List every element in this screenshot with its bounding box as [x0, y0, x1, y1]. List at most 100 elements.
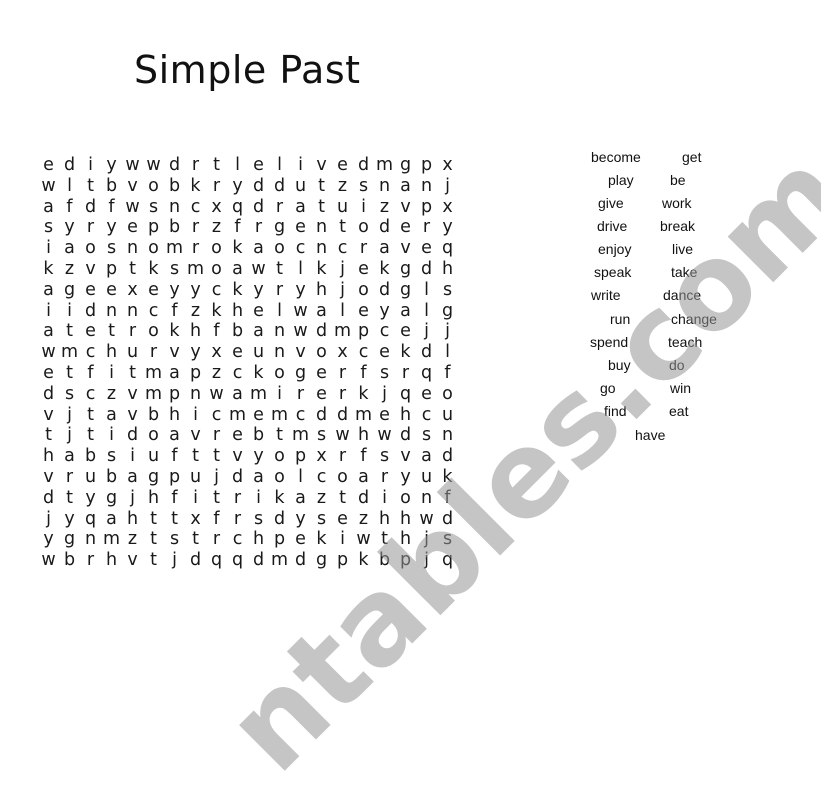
- grid-cell: e: [295, 217, 306, 238]
- grid-cell: k: [43, 258, 54, 279]
- grid-cell: g: [63, 529, 76, 550]
- grid-cell: r: [128, 321, 137, 342]
- word-list-item: drive: [597, 218, 628, 234]
- grid-cell: u: [420, 466, 433, 487]
- grid-cell: j: [214, 466, 219, 487]
- grid-cell: x: [190, 508, 201, 529]
- grid-cell: e: [421, 238, 432, 259]
- grid-cell: r: [212, 425, 221, 446]
- grid-cell: t: [192, 446, 199, 467]
- grid-cell: n: [126, 300, 139, 321]
- grid-cell: v: [232, 446, 243, 467]
- grid-cell: k: [316, 258, 327, 279]
- grid-cell: e: [379, 342, 390, 363]
- word-list-item: enjoy: [598, 241, 632, 257]
- grid-cell: g: [63, 279, 76, 300]
- word-list-item: do: [669, 357, 685, 373]
- grid-cell: l: [298, 466, 303, 487]
- grid-cell: k: [358, 383, 369, 404]
- grid-cell: z: [379, 196, 390, 217]
- grid-cell: p: [420, 196, 433, 217]
- grid-cell: o: [274, 466, 285, 487]
- grid-cell: f: [444, 362, 451, 383]
- grid-cell: d: [42, 383, 55, 404]
- grid-cell: s: [358, 175, 369, 196]
- grid-cell: j: [445, 175, 450, 196]
- grid-cell: c: [421, 404, 432, 425]
- grid-cell: t: [66, 487, 73, 508]
- grid-cell: r: [86, 217, 95, 238]
- grid-cell: h: [378, 508, 391, 529]
- grid-cell: p: [189, 362, 202, 383]
- grid-cell: r: [296, 383, 305, 404]
- word-list: become get play be give work drive break enjoy li…: [580, 145, 740, 455]
- grid-cell: w: [419, 508, 434, 529]
- grid-cell: a: [253, 466, 264, 487]
- word-list-item: take: [671, 264, 698, 280]
- word-list-item: teach: [668, 334, 703, 350]
- grid-cell: v: [127, 404, 138, 425]
- grid-cell: r: [422, 217, 431, 238]
- grid-row: dtygjhfitrikaztdionf: [38, 488, 458, 509]
- grid-cell: a: [295, 487, 306, 508]
- grid-cell: g: [441, 300, 454, 321]
- grid-cell: y: [253, 446, 264, 467]
- grid-cell: j: [382, 383, 387, 404]
- grid-cell: m: [333, 321, 352, 342]
- grid-cell: y: [442, 217, 453, 238]
- grid-cell: q: [231, 550, 244, 571]
- grid-cell: b: [147, 404, 160, 425]
- grid-cell: h: [126, 508, 139, 529]
- grid-cell: n: [420, 487, 433, 508]
- grid-row: syryepbrzfrgentodery: [38, 217, 458, 238]
- grid-cell: q: [399, 383, 412, 404]
- grid-cell: n: [315, 238, 328, 259]
- grid-cell: a: [421, 446, 432, 467]
- grid-cell: m: [144, 383, 163, 404]
- grid-cell: e: [232, 425, 243, 446]
- grid-cell: o: [274, 446, 285, 467]
- grid-cell: a: [379, 238, 390, 259]
- grid-cell: o: [274, 238, 285, 259]
- grid-cell: d: [441, 446, 454, 467]
- grid-cell: w: [41, 342, 56, 363]
- grid-cell: n: [84, 529, 97, 550]
- grid-cell: a: [169, 425, 180, 446]
- grid-cell: g: [315, 550, 328, 571]
- grid-cell: e: [295, 529, 306, 550]
- grid-cell: m: [228, 404, 247, 425]
- grid-cell: p: [399, 550, 412, 571]
- grid-row: wbrhvtjdqqdmdgpkbpjq: [38, 550, 458, 571]
- grid-cell: h: [441, 258, 454, 279]
- grid-cell: g: [105, 487, 118, 508]
- grid-cell: n: [420, 175, 433, 196]
- grid-cell: m: [60, 342, 79, 363]
- grid-cell: m: [249, 383, 268, 404]
- grid-cell: h: [399, 508, 412, 529]
- grid-row: atetrokhfbanwdmpcejj: [38, 321, 458, 342]
- grid-cell: i: [109, 425, 114, 446]
- grid-cell: a: [43, 196, 54, 217]
- grid-cell: t: [45, 425, 52, 446]
- grid-cell: t: [108, 321, 115, 342]
- grid-cell: d: [420, 258, 433, 279]
- grid-cell: y: [190, 279, 201, 300]
- grid-cell: a: [232, 258, 243, 279]
- grid-cell: i: [298, 155, 303, 175]
- grid-cell: t: [87, 404, 94, 425]
- grid-cell: n: [315, 217, 328, 238]
- grid-cell: r: [275, 279, 284, 300]
- grid-cell: o: [358, 217, 369, 238]
- grid-cell: u: [294, 175, 307, 196]
- grid-cell: l: [424, 279, 429, 300]
- grid-cell: r: [233, 508, 242, 529]
- grid-cell: w: [146, 155, 161, 175]
- grid-cell: a: [358, 466, 369, 487]
- grid-cell: w: [125, 196, 140, 217]
- grid-row: dsczvmpnwamirerkjqeo: [38, 384, 458, 405]
- grid-cell: y: [379, 300, 390, 321]
- grid-cell: f: [213, 321, 220, 342]
- grid-cell: f: [213, 508, 220, 529]
- grid-cell: f: [171, 446, 178, 467]
- grid-cell: t: [129, 258, 136, 279]
